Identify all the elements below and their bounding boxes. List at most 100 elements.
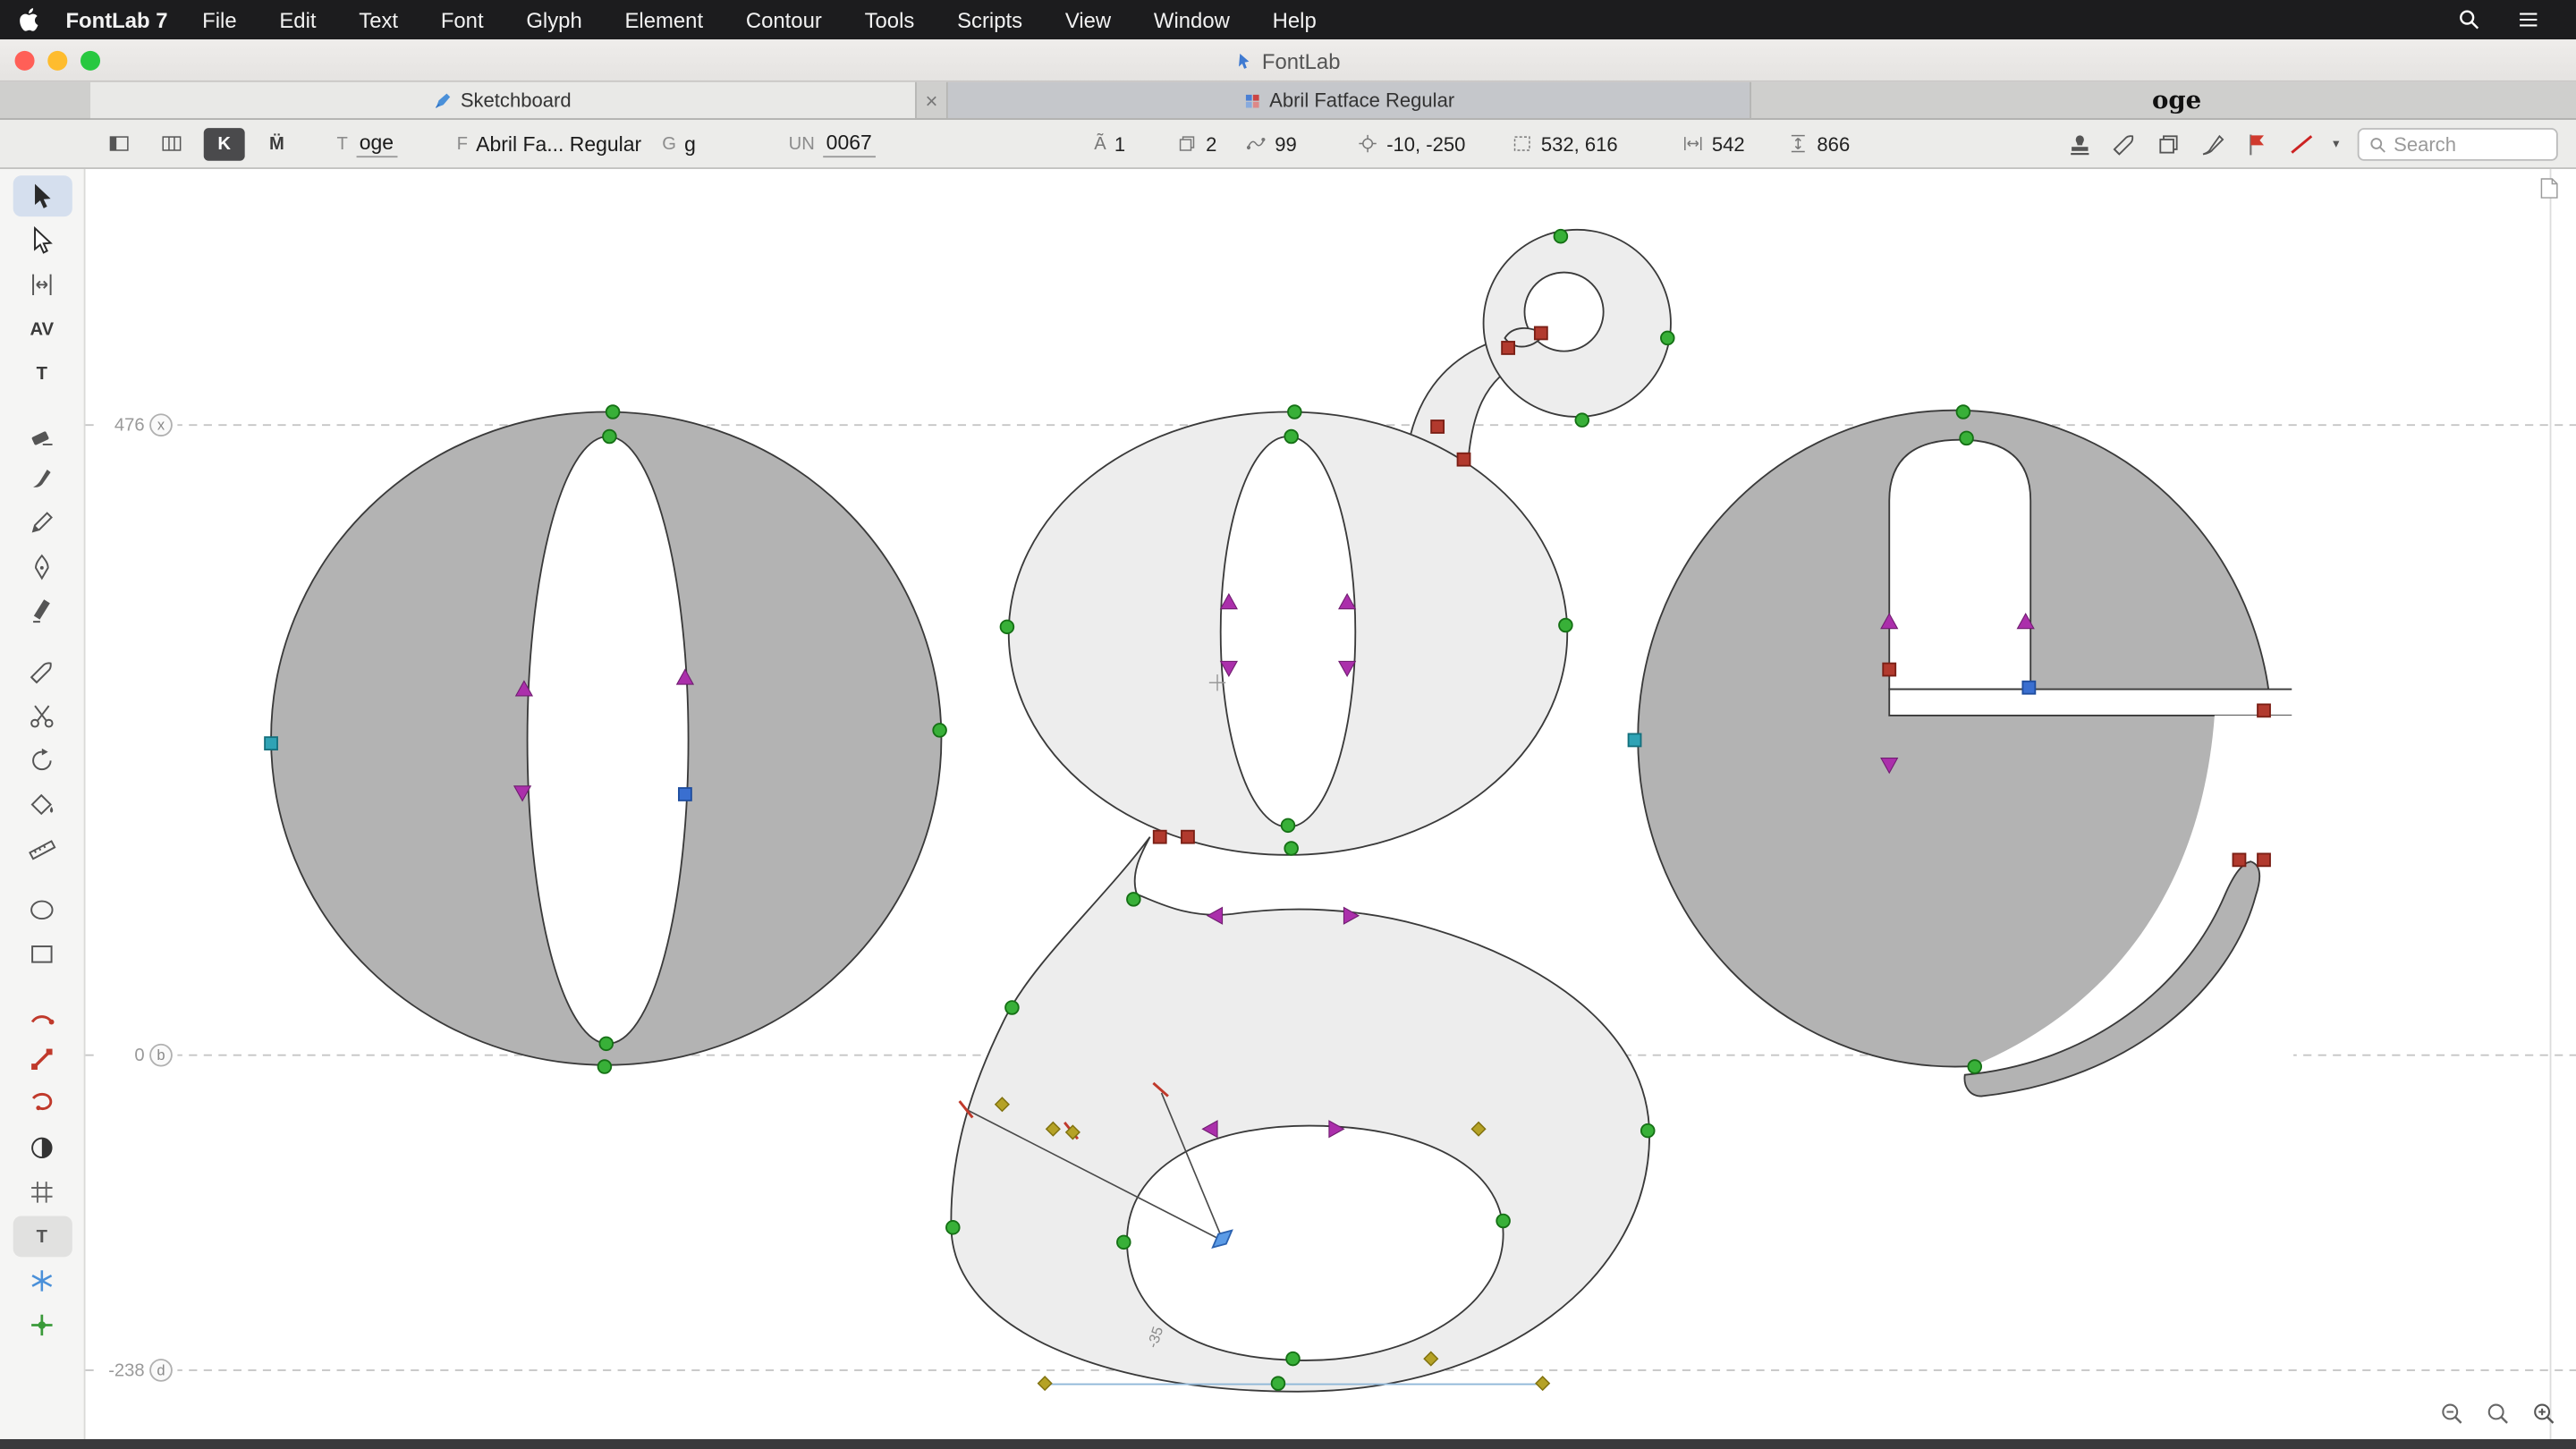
selected-node[interactable] [1181,829,1195,844]
curve-node[interactable] [1285,1351,1301,1367]
corner-node[interactable] [2021,680,2037,695]
tool-arc-tool[interactable] [13,995,72,1036]
extreme-node[interactable] [1627,733,1642,748]
tool-rectangle-tool[interactable] [13,934,72,975]
glyph-g-loop-contour[interactable] [950,836,1650,1393]
tool-glyph-cell[interactable]: T [12,1216,72,1258]
stroke-color-swatch[interactable] [2289,131,2315,157]
handle-node[interactable] [1219,593,1238,610]
tab-sketchboard[interactable]: Sketchboard [90,81,917,119]
curve-node[interactable] [1640,1123,1656,1139]
tool-brush[interactable] [13,458,72,499]
glyph-g-ear-spiral[interactable] [1482,229,1672,418]
tool-power-brush[interactable] [13,1038,72,1080]
curve-node[interactable] [1959,430,1974,446]
menu-item-file[interactable]: File [181,7,258,32]
tool-metrics[interactable] [13,264,72,305]
stamp-tool-icon[interactable] [2067,131,2093,157]
curve-node[interactable] [1280,818,1296,834]
glyph-name-input[interactable]: g [684,132,696,156]
selected-node[interactable] [2257,703,2271,718]
curve-node[interactable] [1004,1000,1020,1015]
zoom-fit-icon[interactable] [2486,1402,2511,1427]
search-input[interactable] [2394,132,2542,157]
tool-select[interactable] [12,175,72,217]
handle-node[interactable] [1219,660,1238,678]
curve-node[interactable] [1284,841,1299,856]
knife-quick-icon[interactable] [2111,131,2137,157]
menu-item-font[interactable]: Font [419,7,505,32]
menu-item-edit[interactable]: Edit [258,7,337,32]
menu-item-tools[interactable]: Tools [843,7,936,32]
selected-node[interactable] [1430,419,1445,434]
menu-item-glyph[interactable]: Glyph [504,7,603,32]
curve-node[interactable] [1284,428,1299,445]
flag-icon[interactable] [2244,131,2270,157]
curve-node[interactable] [1558,617,1573,633]
tool-rotate[interactable] [13,740,72,781]
control-center-icon[interactable] [2517,8,2540,31]
curve-node[interactable] [932,723,947,738]
curve-node[interactable] [1270,1376,1286,1391]
curve-node[interactable] [1574,412,1590,428]
curve-node[interactable] [1553,228,1569,244]
curve-node[interactable] [1116,1234,1131,1250]
control-point-node[interactable] [1037,1376,1053,1392]
unicode-input[interactable]: 0067 [823,131,876,157]
tool-scissors[interactable] [13,696,72,737]
search-box[interactable] [2357,128,2558,161]
glyph-canvas[interactable]: 476 x 0 b -238 d -35 [85,168,2576,1439]
spotlight-search-icon[interactable] [2458,8,2481,31]
glyph-e-eye-counter[interactable] [1888,438,2032,691]
curve-node[interactable] [1955,404,1971,419]
measure-handle[interactable] [1209,1229,1234,1250]
tool-eraser[interactable] [13,413,72,454]
menu-item-window[interactable]: Window [1132,7,1251,32]
metrics-panel-toggle[interactable] [151,127,192,160]
menu-item-help[interactable]: Help [1251,7,1338,32]
tool-ellipse-tool[interactable] [13,889,72,930]
duplicate-icon[interactable] [2156,131,2182,157]
zoom-in-icon[interactable] [2531,1402,2556,1427]
menu-item-element[interactable]: Element [604,7,724,32]
tool-ruler[interactable] [13,828,72,869]
selected-node[interactable] [1501,341,1516,355]
ink-pen-icon[interactable] [2199,131,2225,157]
tool-tunni-lines[interactable] [13,1083,72,1124]
handle-node[interactable] [1337,593,1357,610]
selected-node[interactable] [2232,852,2247,868]
tool-direct-select[interactable] [13,220,72,261]
curve-node[interactable] [598,1036,614,1052]
tool-contrast[interactable] [13,1127,72,1168]
curve-node[interactable] [1660,330,1675,346]
menu-item-view[interactable]: View [1044,7,1132,32]
zoom-out-icon[interactable] [2440,1402,2465,1427]
curve-node[interactable] [1287,404,1302,419]
selected-node[interactable] [1882,662,1897,677]
curve-node[interactable] [1967,1059,1983,1074]
curve-node[interactable] [605,404,621,419]
selected-node[interactable] [1456,452,1471,467]
curve-node[interactable] [1126,892,1141,907]
sidebar-panel-toggle[interactable] [98,127,140,160]
tab-close-button[interactable]: × [917,81,948,119]
menu-item-text[interactable]: Text [337,7,419,32]
menu-item-scripts[interactable]: Scripts [936,7,1044,32]
menu-item-contour[interactable]: Contour [724,7,843,32]
curve-node[interactable] [602,428,617,445]
tool-rapid-pen[interactable] [13,590,72,631]
selected-node[interactable] [1533,326,1548,341]
matchmaker-toggle[interactable]: M̈ [257,127,298,160]
selected-node[interactable] [1152,829,1167,844]
app-menu[interactable]: FontLab 7 [65,7,167,32]
mask-layer-toggle[interactable]: K [203,127,245,160]
handle-node[interactable] [1337,660,1357,678]
tab-font-abril-fatface[interactable]: Abril Fatface Regular [947,81,1751,119]
extreme-node[interactable] [264,736,278,750]
curve-node[interactable] [999,619,1015,635]
tool-pencil[interactable] [13,502,72,543]
glyph-g-bowl-contour[interactable] [1007,411,1569,856]
tool-kerning[interactable]: AV [13,309,72,350]
glyph-e-bar-slit[interactable] [1888,688,2292,716]
control-point-node[interactable] [1535,1376,1551,1392]
